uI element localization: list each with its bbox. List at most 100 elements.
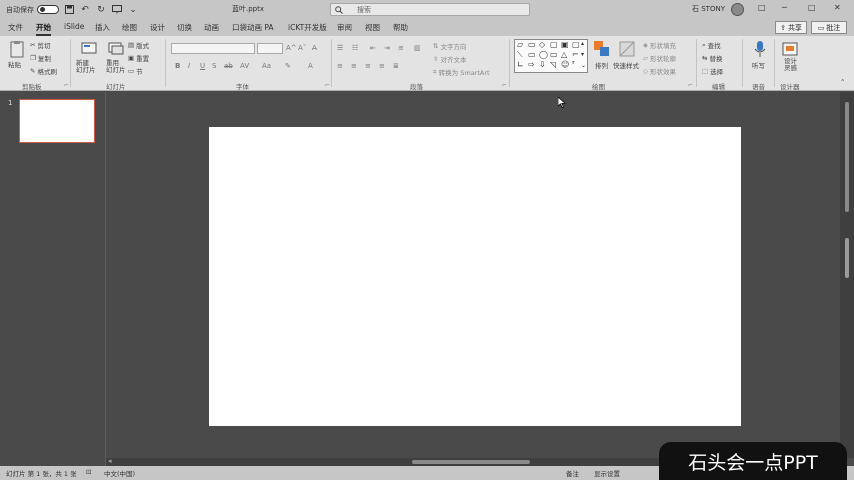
shape-textbox-icon[interactable]: ▣: [561, 40, 569, 49]
underline-icon[interactable]: U: [200, 62, 205, 70]
section-button[interactable]: ▭ 节: [128, 66, 143, 76]
strikethrough-icon[interactable]: ab: [224, 62, 233, 70]
copy-button[interactable]: ❐ 复制: [30, 53, 51, 63]
increase-font-icon[interactable]: A^: [286, 44, 297, 52]
highlight-icon[interactable]: ✎: [285, 62, 291, 70]
shape-rect3-icon[interactable]: ▭: [550, 50, 558, 59]
tab-animations[interactable]: 动画: [204, 22, 219, 33]
document-title[interactable]: 蓝叶.pptx: [232, 4, 264, 14]
layout-button[interactable]: ▤ 版式: [128, 40, 149, 50]
maximize-button[interactable]: □: [808, 3, 816, 12]
format-painter-button[interactable]: ✎ 格式刷: [30, 66, 57, 76]
tab-design[interactable]: 设计: [150, 22, 165, 33]
cut-button[interactable]: ✂ 剪切: [30, 40, 50, 50]
change-case-icon[interactable]: Aa: [262, 62, 271, 70]
tab-insert[interactable]: 插入: [95, 22, 110, 33]
slide-thumbnail[interactable]: [19, 99, 95, 143]
increase-indent-icon[interactable]: ⇥: [384, 44, 390, 52]
select-button[interactable]: ⬚ 选择: [702, 66, 723, 76]
tab-ickt[interactable]: iCKT开发版: [288, 22, 327, 33]
shape-arrow-down-icon[interactable]: ⇩: [539, 60, 546, 69]
shape-brace-icon[interactable]: ⸢: [572, 60, 575, 69]
design-ideas-icon[interactable]: [782, 40, 800, 58]
design-ideas-button[interactable]: 设计 灵感: [784, 58, 797, 72]
shapes-gallery[interactable]: ▱ ▭ ◇ ▢ ▣ ▢ ⟍ ▭ ◯ ▭ △ ⌐ ∟ ⇨ ⇩ ◹ ☺ ⸢ ▴ ▾ …: [514, 39, 588, 73]
tab-review[interactable]: 审阅: [337, 22, 352, 33]
share-button[interactable]: ⇪ 共享: [775, 21, 807, 34]
font-launcher-icon[interactable]: ⌐: [325, 82, 330, 89]
reset-button[interactable]: ▣ 重置: [128, 53, 149, 63]
scrollbar-thumb[interactable]: [845, 238, 849, 278]
reuse-slides-button[interactable]: 重用 幻灯片: [106, 60, 126, 74]
customize-toolbar-icon[interactable]: ⌄: [127, 4, 139, 16]
text-direction-button[interactable]: ⇅ 文字方向: [433, 41, 466, 51]
search-input[interactable]: 搜索: [330, 3, 530, 16]
line-spacing-icon[interactable]: ≡: [398, 44, 404, 52]
redo-icon[interactable]: ↻: [95, 4, 107, 16]
tab-transitions[interactable]: 切换: [177, 22, 192, 33]
shape-curve-icon[interactable]: ◹: [550, 60, 556, 69]
save-icon[interactable]: [63, 4, 75, 16]
bullets-icon[interactable]: ☰: [337, 44, 343, 52]
shape-effects-button[interactable]: ◇ 形状效果: [643, 66, 676, 76]
clipboard-launcher-icon[interactable]: ⌐: [64, 82, 69, 89]
columns-icon[interactable]: ▥: [414, 44, 421, 52]
align-right-icon[interactable]: ≡: [365, 62, 371, 70]
font-name-field[interactable]: [171, 43, 255, 54]
collapse-ribbon-icon[interactable]: ⌃: [840, 78, 845, 86]
drawing-launcher-icon[interactable]: ⌐: [688, 82, 693, 89]
shape-box-icon[interactable]: ▢: [550, 40, 558, 49]
tab-file[interactable]: 文件: [8, 22, 23, 33]
undo-icon[interactable]: ↶: [79, 4, 91, 16]
paragraph-launcher-icon[interactable]: ⌐: [502, 82, 507, 89]
tab-view[interactable]: 视图: [365, 22, 380, 33]
microphone-icon[interactable]: [751, 40, 769, 58]
numbering-icon[interactable]: ☷: [352, 44, 358, 52]
dictate-button[interactable]: 听写: [752, 60, 765, 70]
shape-oval-icon[interactable]: ◯: [539, 50, 548, 59]
autosave-control[interactable]: 自动保存: [6, 5, 59, 15]
shape-arrow-right-icon[interactable]: ⇨: [528, 60, 535, 69]
shape-smile-icon[interactable]: ☺: [561, 60, 569, 69]
align-text-button[interactable]: ⇳ 对齐文本: [433, 54, 466, 64]
shape-line-icon[interactable]: ⟍: [517, 50, 523, 60]
decrease-indent-icon[interactable]: ⇤: [370, 44, 376, 52]
shape-square-icon[interactable]: ▢: [572, 40, 580, 49]
shape-rectangle-icon[interactable]: ▱: [517, 40, 523, 49]
shape-corner-icon[interactable]: ∟: [517, 60, 524, 69]
character-spacing-icon[interactable]: AV: [240, 62, 249, 70]
shape-rect2-icon[interactable]: ▭: [528, 50, 536, 59]
tab-pocket-animation[interactable]: 口袋动画 PA: [232, 22, 274, 33]
align-center-icon[interactable]: ≡: [351, 62, 357, 70]
tab-help[interactable]: 帮助: [393, 22, 408, 33]
tab-islide[interactable]: iSlide: [64, 22, 84, 31]
autosave-toggle[interactable]: [37, 5, 59, 14]
new-slide-icon[interactable]: [80, 40, 98, 58]
gallery-more-icon[interactable]: ⌄: [581, 62, 586, 69]
accessibility-icon[interactable]: ⊡: [86, 468, 91, 476]
tab-draw[interactable]: 绘图: [122, 22, 137, 33]
new-slide-button[interactable]: 新建 幻灯片: [76, 60, 96, 74]
italic-icon[interactable]: I: [188, 62, 190, 70]
vertical-scrollbar[interactable]: [840, 92, 854, 458]
find-button[interactable]: ⌕ 查找: [702, 40, 721, 51]
arrange-button[interactable]: 排列: [595, 60, 608, 70]
justify-icon[interactable]: ≡: [379, 62, 385, 70]
paste-icon[interactable]: [8, 40, 26, 58]
minimize-button[interactable]: ─: [782, 3, 787, 12]
slide-canvas[interactable]: [209, 127, 741, 426]
quick-styles-icon[interactable]: [618, 40, 636, 58]
shape-bracket-icon[interactable]: ⌐: [572, 50, 579, 59]
close-button[interactable]: ✕: [834, 3, 841, 12]
reuse-slides-icon[interactable]: [107, 40, 125, 58]
display-settings-button[interactable]: 显示设置: [594, 468, 620, 478]
bold-icon[interactable]: B: [175, 62, 180, 70]
paste-button[interactable]: 粘贴: [8, 59, 21, 69]
font-color-icon[interactable]: A: [308, 62, 313, 70]
tab-home[interactable]: 开始: [36, 22, 51, 36]
clear-format-icon[interactable]: A̶: [312, 44, 317, 52]
replace-button[interactable]: ⇆ 替换: [702, 53, 722, 63]
shape-triangle-icon[interactable]: △: [561, 50, 567, 59]
comments-button[interactable]: ▭ 批注: [811, 21, 847, 34]
font-size-field[interactable]: [257, 43, 283, 54]
